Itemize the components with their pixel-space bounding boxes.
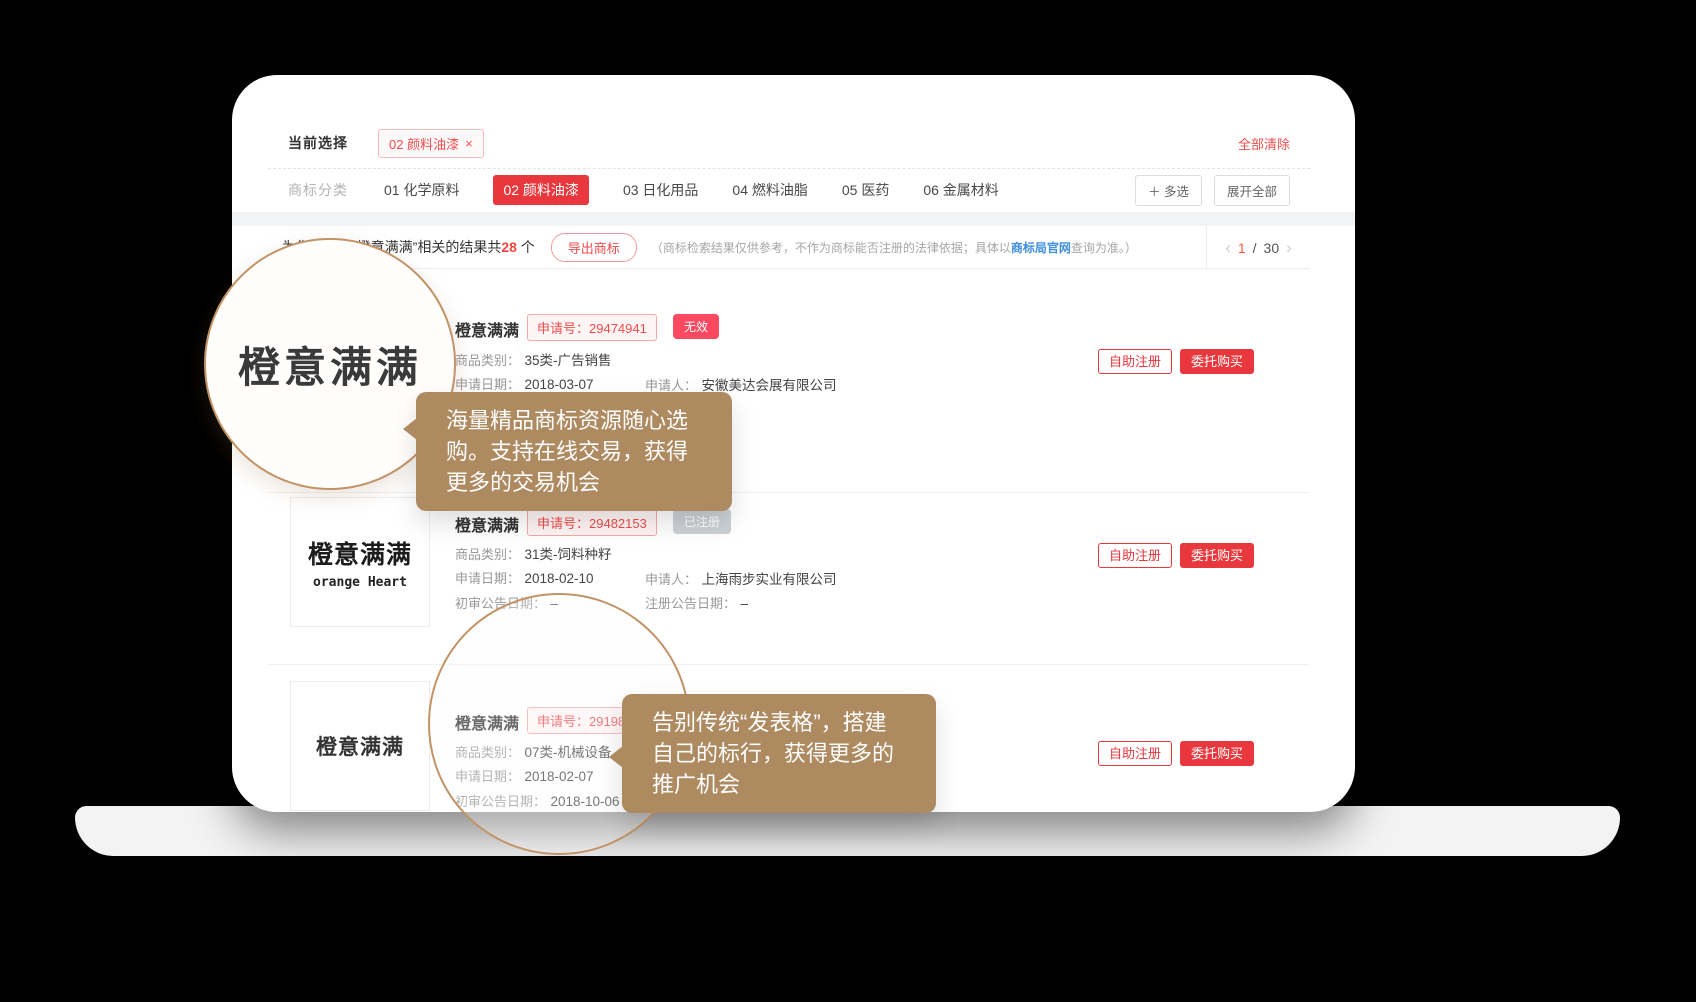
trademark-image-3[interactable]: 橙意满满 <box>290 681 430 811</box>
category-field: 商品类别： 31类-饲料种籽 <box>455 543 611 564</box>
export-trademarks-button[interactable]: 导出商标 <box>551 233 637 262</box>
pagination-current: 1 <box>1238 240 1246 256</box>
category-label: 商品类别： <box>455 353 520 368</box>
category-item-01[interactable]: 01 化学原料 <box>384 180 459 200</box>
applicant-value: 安徽美达会展有限公司 <box>701 378 836 393</box>
category-item-02-selected[interactable]: 02 颜料油漆 <box>493 175 588 205</box>
pagination-total: 30 <box>1264 240 1280 256</box>
applicant-field: 申请人： 上海雨步实业有限公司 <box>645 568 836 589</box>
results-disclaimer: （商标检索结果仅供参考，不作为商标能否注册的法律依据；具体以商标局官网查询为准。… <box>651 239 1137 256</box>
disclaimer-pre: （商标检索结果仅供参考，不作为商标能否注册的法律依据；具体以 <box>651 241 1011 255</box>
self-register-button[interactable]: 自助注册 <box>1098 543 1172 568</box>
self-register-button[interactable]: 自助注册 <box>1098 349 1172 374</box>
tooltip-marketplace: 海量精品商标资源随心选购。支持在线交易，获得更多的交易机会 <box>416 392 732 511</box>
apply-date-field: 申请日期： 2018-02-10 <box>455 568 594 588</box>
category-item-03[interactable]: 03 日化用品 <box>623 180 698 200</box>
entrust-buy-button[interactable]: 委托购买 <box>1180 349 1254 374</box>
filter-panel: 当前选择 02 颜料油漆 × 全部清除 商标分类 01 化学原料 02 颜料油漆… <box>268 118 1310 212</box>
category-bar: 商标分类 01 化学原料 02 颜料油漆 03 日化用品 04 燃料油脂 05 … <box>268 169 1310 211</box>
result-row-2: 橙意满满 orange Heart 橙意满满 申请号：29482153 已注册 … <box>268 492 1310 664</box>
apply-date-label: 申请日期： <box>455 571 520 586</box>
trademark-image-text: 橙意满满 <box>316 731 404 761</box>
trademark-office-link[interactable]: 商标局官网 <box>1011 241 1071 255</box>
category-actions: ＋ 多选 展开全部 <box>1135 175 1290 206</box>
chevron-left-icon[interactable]: ‹ <box>1225 238 1231 258</box>
applicant-label: 申请人： <box>645 378 697 393</box>
application-number-chip: 申请号：29474941 <box>527 314 657 341</box>
clear-all-button[interactable]: 全部清除 <box>1238 134 1290 153</box>
category-bar-label: 商标分类 <box>288 180 348 200</box>
apply-date-field: 申请日期： 2018-03-07 <box>455 374 594 394</box>
pagination-separator: / <box>1253 240 1257 256</box>
chevron-right-icon[interactable]: › <box>1286 238 1292 258</box>
panel-divider <box>232 212 1355 226</box>
application-number-label: 申请号： <box>537 516 589 531</box>
apply-date-value: 2018-02-10 <box>524 571 593 586</box>
magnified-trademark-text: 橙意满满 <box>238 334 422 395</box>
disclaimer-post: 查询为准。） <box>1071 241 1137 255</box>
entrust-buy-button[interactable]: 委托购买 <box>1180 543 1254 568</box>
tooltip-promotion: 告别传统“发表格”，搭建自己的标行，获得更多的推广机会 <box>622 694 936 813</box>
application-number-value: 29482153 <box>589 516 647 531</box>
selected-filter-tag[interactable]: 02 颜料油漆 × <box>378 129 484 158</box>
category-field: 商品类别： 35类-广告销售 <box>455 349 611 370</box>
apply-date-label: 申请日期： <box>455 377 520 392</box>
status-badge: 已注册 <box>673 509 731 534</box>
results-count-suffix: 个 <box>517 239 535 255</box>
trademark-image-2[interactable]: 橙意满满 orange Heart <box>290 497 430 627</box>
current-selection-label: 当前选择 <box>288 133 348 153</box>
category-item-05[interactable]: 05 医药 <box>842 180 889 200</box>
multi-select-button[interactable]: ＋ 多选 <box>1135 175 1202 206</box>
trademark-image-subtext: orange Heart <box>313 575 407 590</box>
category-value: 31类-饲料种籽 <box>524 547 611 562</box>
category-item-06[interactable]: 06 金属材料 <box>923 180 998 200</box>
reg-publish-field: 注册公告日期： – <box>645 593 748 613</box>
reg-publish-label: 注册公告日期： <box>645 596 736 611</box>
close-icon[interactable]: × <box>465 136 473 151</box>
applicant-label: 申请人： <box>645 572 697 587</box>
results-header: 为您检索到“橙意满满”相关的结果共28 个 导出商标 （商标检索结果仅供参考，不… <box>268 226 1310 269</box>
entrust-buy-button[interactable]: 委托购买 <box>1180 741 1254 766</box>
application-number-value: 29474941 <box>589 321 647 336</box>
apply-date-value: 2018-03-07 <box>524 377 593 392</box>
pagination: ‹ 1 / 30 › <box>1206 226 1310 269</box>
results-count-number: 28 <box>501 239 517 255</box>
laptop-mockup: 当前选择 02 颜料油漆 × 全部清除 商标分类 01 化学原料 02 颜料油漆… <box>0 0 1696 1002</box>
category-value: 35类-广告销售 <box>524 353 611 368</box>
category-item-04[interactable]: 04 燃料油脂 <box>732 180 807 200</box>
laptop-base <box>75 806 1620 856</box>
reg-publish-value: – <box>740 596 748 611</box>
application-number-label: 申请号： <box>537 321 589 336</box>
status-badge: 无效 <box>673 314 719 339</box>
self-register-button[interactable]: 自助注册 <box>1098 741 1172 766</box>
application-number-chip: 申请号：29482153 <box>527 509 657 536</box>
trademark-name: 橙意满满 <box>455 512 519 536</box>
applicant-value: 上海雨步实业有限公司 <box>701 572 836 587</box>
trademark-name: 橙意满满 <box>455 317 519 341</box>
current-selection-bar: 当前选择 02 颜料油漆 × 全部清除 <box>268 118 1310 169</box>
trademark-image-text: 橙意满满 <box>308 535 412 571</box>
category-label: 商品类别： <box>455 547 520 562</box>
expand-all-button[interactable]: 展开全部 <box>1214 175 1290 206</box>
selected-filter-tag-text: 02 颜料油漆 <box>389 134 459 153</box>
